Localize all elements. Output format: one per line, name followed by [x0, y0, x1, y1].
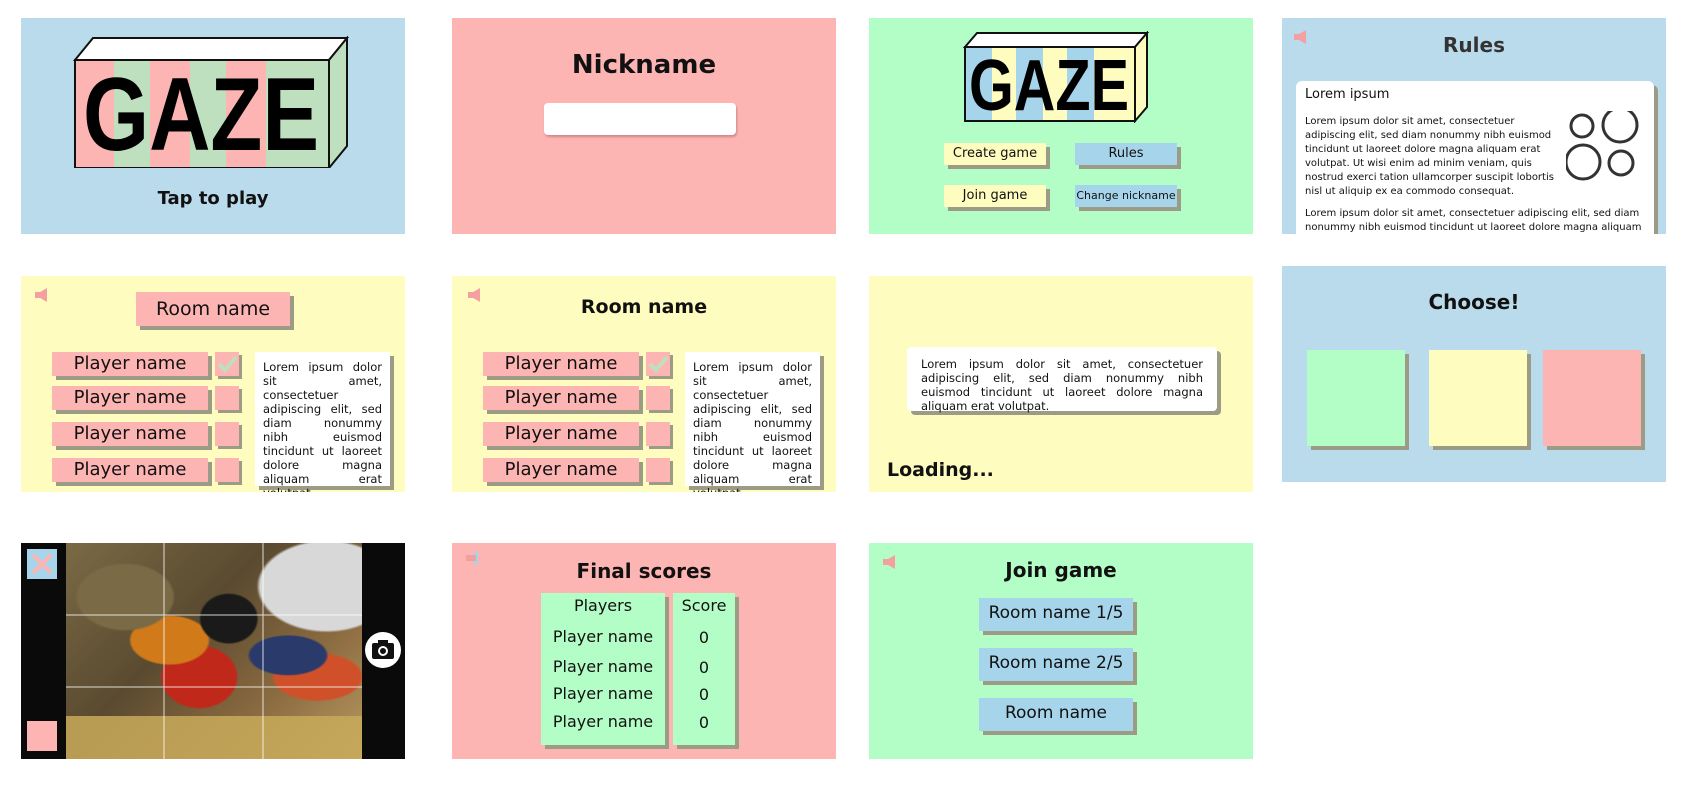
tap-to-play[interactable]: Tap to play — [21, 188, 405, 209]
score-column: Score 0 0 0 0 — [673, 593, 735, 745]
rules-heading: Lorem ipsum — [1305, 87, 1390, 102]
ready-checkbox[interactable] — [215, 386, 239, 410]
rules-button[interactable]: Rules — [1075, 143, 1177, 165]
player-slot: Player name — [483, 458, 639, 482]
gaze-logo-small-text: GAZE — [969, 46, 1129, 123]
player-slot: Player name — [52, 386, 208, 410]
lobby-info-text: Lorem ipsum dolor sit amet, consectetuer… — [685, 352, 820, 492]
checkmark-icon — [648, 355, 669, 373]
ready-checkbox[interactable] — [646, 458, 670, 482]
checkmark-icon — [217, 355, 238, 373]
loading-label: Loading... — [887, 459, 994, 481]
final-scores-screen: Final scores Players Player name Player … — [452, 543, 836, 759]
rules-card: Lorem ipsum Lorem ipsum dolor sit amet, … — [1296, 81, 1654, 234]
player-slot: Player name — [483, 386, 639, 410]
lobby-host-screen: Room name Player name Player name Player… — [21, 276, 405, 492]
ready-checkbox[interactable] — [646, 422, 670, 446]
score-player-name: Player name — [552, 712, 654, 731]
players-header: Players — [573, 596, 633, 615]
choice-green[interactable] — [1307, 350, 1405, 446]
rules-paragraph-2: Lorem ipsum dolor sit amet, consectetuer… — [1305, 208, 1642, 233]
ready-checkbox[interactable] — [646, 386, 670, 410]
player-slot: Player name — [483, 422, 639, 446]
score-value: 0 — [698, 685, 710, 704]
gaze-logo: GAZE — [73, 36, 350, 168]
gaze-logo-text: GAZE — [83, 57, 319, 168]
close-camera-button[interactable] — [27, 549, 57, 579]
rules-paragraph-1: Lorem ipsum dolor sit amet, consectetuer… — [1305, 116, 1554, 197]
back-arrow-icon[interactable] — [35, 288, 47, 302]
score-value: 0 — [698, 658, 710, 677]
player-slot: Player name — [52, 352, 208, 376]
choice-yellow[interactable] — [1429, 350, 1527, 446]
player-slot: Player name — [52, 458, 208, 482]
ready-checkbox[interactable] — [215, 458, 239, 482]
circles-icon — [1566, 111, 1639, 181]
room-name-title: Room name — [580, 296, 708, 318]
lobby-guest-screen: Room name Player name Player name Player… — [452, 276, 836, 492]
camera-viewfinder[interactable] — [66, 543, 362, 759]
score-value: 0 — [698, 628, 710, 647]
final-scores-title: Final scores — [576, 559, 712, 583]
player-slot: Player name — [483, 352, 639, 376]
gaze-logo-small: GAZE — [963, 31, 1150, 123]
room-name-badge: Room name — [136, 292, 290, 326]
join-game-screen: Join game Room name 1/5 Room name 2/5 Ro… — [869, 543, 1253, 759]
splash-screen[interactable]: GAZE Tap to play — [21, 18, 405, 234]
lobby-info-text: Lorem ipsum dolor sit amet, consectetuer… — [255, 352, 390, 492]
rules-title: Rules — [1443, 33, 1505, 57]
room-list-item[interactable]: Room name 2/5 — [979, 648, 1133, 681]
nickname-screen: Nickname — [452, 18, 836, 234]
shutter-button[interactable] — [365, 632, 401, 668]
score-player-name: Player name — [552, 657, 654, 676]
loading-message: Lorem ipsum dolor sit amet, consectetuer… — [907, 347, 1217, 413]
players-column: Players Player name Player name Player n… — [541, 593, 665, 745]
grid-overlay — [66, 543, 362, 759]
choice-pink[interactable] — [1543, 350, 1641, 446]
color-swatch[interactable] — [27, 721, 57, 751]
nickname-input[interactable] — [544, 103, 736, 135]
room-list-item[interactable]: Room name — [979, 698, 1133, 731]
score-value: 0 — [698, 713, 710, 732]
create-game-button[interactable]: Create game — [944, 143, 1046, 165]
camera-screen — [21, 543, 405, 759]
ready-checkbox[interactable] — [646, 352, 670, 376]
rules-screen: Rules Lorem ipsum Lorem ipsum dolor sit … — [1282, 18, 1666, 234]
choose-screen: Choose! — [1282, 266, 1666, 482]
player-slot: Player name — [52, 422, 208, 446]
room-list-item[interactable]: Room name 1/5 — [979, 598, 1133, 631]
choose-title: Choose! — [1428, 290, 1520, 314]
camera-icon — [372, 640, 394, 659]
ready-checkbox[interactable] — [215, 352, 239, 376]
join-game-button[interactable]: Join game — [944, 185, 1046, 207]
score-player-name: Player name — [552, 627, 654, 646]
join-game-title: Join game — [1005, 558, 1117, 582]
nickname-title: Nickname — [571, 50, 717, 80]
close-icon — [31, 553, 53, 575]
score-header: Score — [681, 596, 727, 615]
menu-screen: GAZE Create game Rules Join game Change … — [869, 18, 1253, 234]
ready-checkbox[interactable] — [215, 422, 239, 446]
score-player-name: Player name — [552, 684, 654, 703]
change-nickname-button[interactable]: Change nickname — [1075, 185, 1177, 207]
loading-screen: Lorem ipsum dolor sit amet, consectetuer… — [869, 276, 1253, 492]
